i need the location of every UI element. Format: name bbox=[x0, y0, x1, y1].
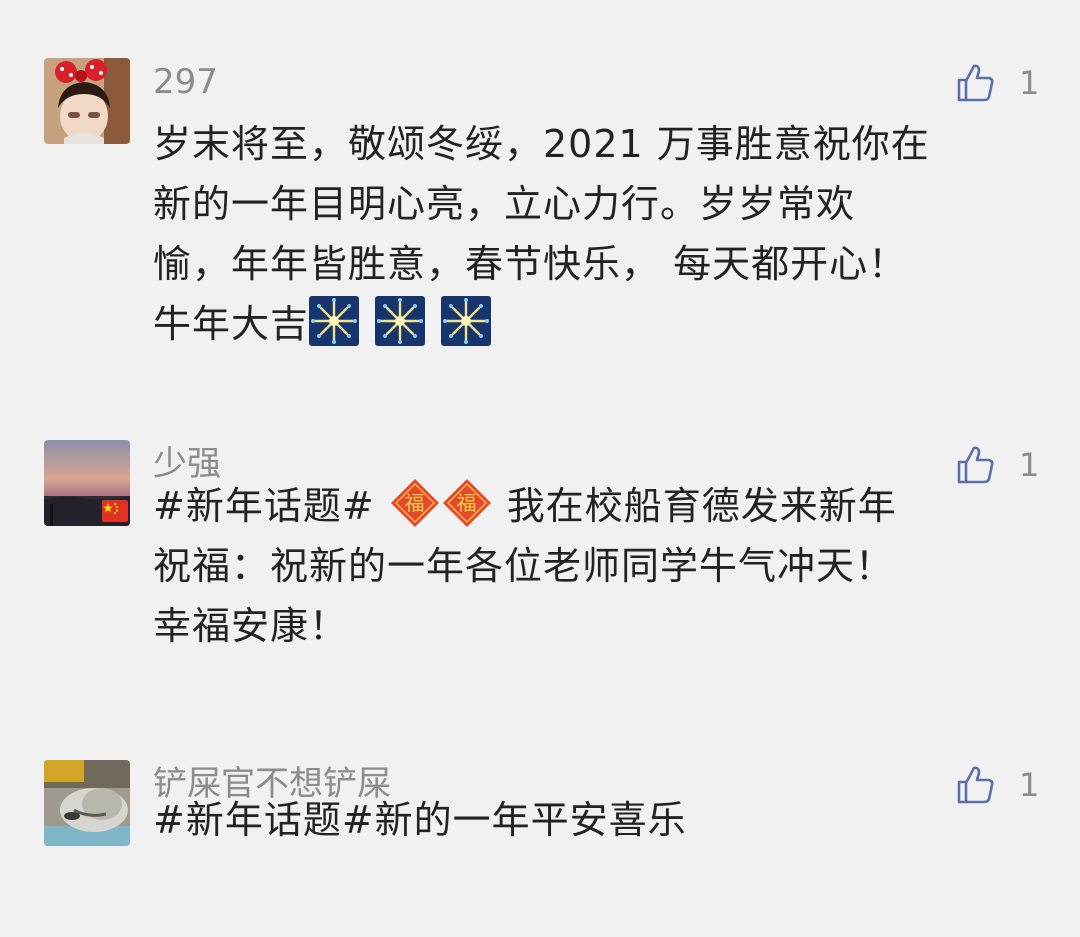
comment-line: 愉，年年皆胜意，春节快乐， 每天都开心！ bbox=[153, 242, 908, 286]
username[interactable]: 297 bbox=[153, 60, 218, 104]
fu-icon: 福 bbox=[390, 479, 439, 527]
comment-line-text: 牛年大吉 bbox=[153, 302, 310, 346]
svg-text:福: 福 bbox=[404, 491, 425, 515]
comment-line: 新的一年目明心亮，立心力行。岁岁常欢 bbox=[153, 182, 856, 226]
fireworks-icon bbox=[441, 296, 492, 346]
comment-text: 岁末将至，敬颂冬绥，2021 万事胜意祝你在 新的一年目明心亮，立心力行。岁岁常… bbox=[153, 114, 1033, 354]
comment-line: 祝福：祝新的一年各位老师同学牛气冲天！ bbox=[153, 544, 895, 588]
avatar[interactable] bbox=[44, 58, 130, 144]
fireworks-icon bbox=[375, 296, 426, 346]
like-button[interactable]: 1 bbox=[955, 62, 1039, 104]
fireworks-icon bbox=[309, 296, 360, 346]
comment-line-last: 牛年大吉 bbox=[153, 294, 1033, 354]
comment-line: 幸福安康！ bbox=[153, 604, 349, 648]
svg-text:福: 福 bbox=[456, 491, 477, 515]
thumbs-up-icon[interactable] bbox=[955, 62, 997, 104]
like-count: 1 bbox=[1019, 64, 1040, 102]
avatar[interactable] bbox=[44, 760, 130, 846]
comment-line-text: 我在校船育德发来新年 bbox=[506, 484, 897, 528]
fu-icon: 福 bbox=[442, 479, 491, 527]
comment-line: 岁末将至，敬颂冬绥，2021 万事胜意祝你在 bbox=[153, 122, 930, 166]
comment-text: #新年话题#新的一年平安喜乐 bbox=[153, 790, 1033, 850]
comment-line-first: #新年话题# 福 福 我在校船育德发来新年 bbox=[153, 476, 1033, 536]
comment-text: #新年话题# 福 福 我在校船育德发来新年 祝福：祝新的一年各位老师同学牛气冲天… bbox=[153, 476, 1033, 656]
comment-line: #新年话题#新的一年平安喜乐 bbox=[153, 798, 687, 842]
hashtag-link[interactable]: #新年话题# bbox=[153, 484, 375, 528]
china-flag-icon bbox=[102, 500, 128, 522]
